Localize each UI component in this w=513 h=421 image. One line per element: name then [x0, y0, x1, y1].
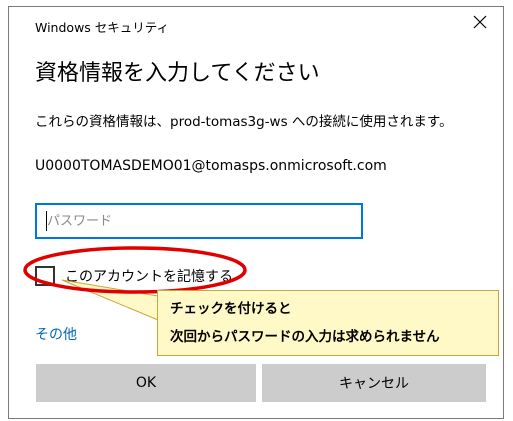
- close-button[interactable]: [463, 9, 497, 35]
- credential-dialog: Windows セキュリティ 資格情報を入力してください これらの資格情報は、p…: [8, 6, 504, 419]
- more-choices-link[interactable]: その他: [35, 324, 77, 344]
- annotation-callout: チェックを付けると 次回からパスワードの入力は求められません: [157, 290, 499, 356]
- text-caret: [46, 211, 47, 231]
- remember-label: このアカウントを記憶する: [65, 269, 233, 285]
- cancel-button[interactable]: キャンセル: [262, 364, 486, 402]
- account-name: U0000TOMASDEMO01@tomasps.onmicrosoft.com: [35, 158, 387, 174]
- password-field[interactable]: [35, 203, 363, 239]
- callout-line-2: 次回からパスワードの入力は求められません: [170, 329, 440, 345]
- window-title: Windows セキュリティ: [35, 20, 170, 35]
- dialog-description: これらの資格情報は、prod-tomas3g-ws への接続に使用されます。: [35, 114, 453, 130]
- close-icon: [473, 15, 487, 29]
- dialog-heading: 資格情報を入力してください: [35, 61, 320, 86]
- password-input[interactable]: [37, 205, 361, 237]
- ok-button[interactable]: OK: [36, 364, 256, 402]
- callout-line-1: チェックを付けると: [170, 301, 292, 317]
- remember-checkbox[interactable]: [35, 266, 55, 286]
- remember-account-option[interactable]: このアカウントを記憶する: [35, 263, 233, 289]
